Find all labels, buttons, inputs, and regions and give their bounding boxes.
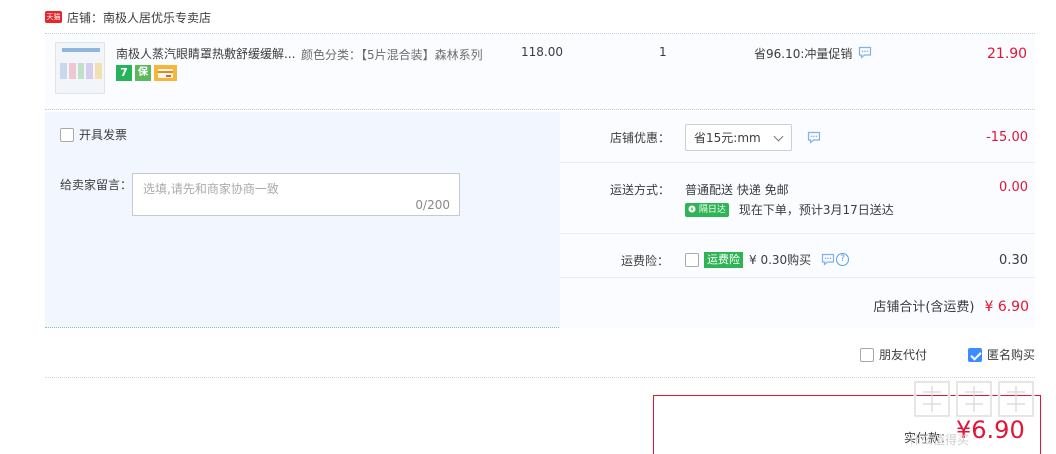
- coupon-discount-amount: -15.00: [986, 130, 1028, 145]
- shop-total-label: 店铺合计(含运费): [873, 300, 975, 315]
- shop-name-link[interactable]: 店铺：南极人居优乐专卖店: [67, 9, 211, 26]
- insurance-badge: 运费险: [704, 251, 743, 268]
- shipping-insurance-option[interactable]: 运费险 ¥ 0.30购买 ?: [685, 251, 850, 268]
- watermark-text: 什么值得买: [909, 432, 969, 447]
- invoice-option[interactable]: 开具发票: [60, 126, 127, 143]
- invoice-label: 开具发票: [79, 128, 128, 142]
- product-title-link[interactable]: 南极人蒸汽眼睛罩热敷舒缓缓解...: [116, 45, 298, 62]
- delivery-eta: 现在下单，预计3月17日送达: [738, 203, 894, 217]
- friend-pay-label: 朋友代付: [879, 348, 928, 362]
- shop-header: 天猫 店铺：南极人居优乐专卖店: [45, 8, 211, 26]
- message-char-counter: 0/200: [415, 198, 450, 212]
- divider: [560, 233, 1035, 234]
- watermark-logo: 什么值得买: [905, 374, 1051, 452]
- shipping-fee: 0.00: [999, 180, 1028, 195]
- shipping-method: 普通配送 快递 免邮: [685, 183, 789, 197]
- seven-day-return-icon[interactable]: 7: [116, 65, 132, 81]
- insurance-label: 运费险：: [621, 254, 670, 268]
- chat-icon[interactable]: [858, 46, 872, 62]
- coupon-select[interactable]: 省15元:mm: [685, 124, 792, 151]
- credit-card-icon[interactable]: [154, 65, 177, 81]
- sku-info: 颜色分类：【5片混合装】森林系列: [301, 48, 483, 62]
- insurance-price: ¥ 0.30购买: [749, 253, 812, 267]
- next-day-badge: 隔日达: [685, 202, 729, 217]
- next-day-badge-text: 隔日达: [698, 204, 726, 215]
- coupon-selected-value: 省15元:mm: [694, 131, 761, 145]
- chevron-down-icon: [773, 131, 784, 142]
- anonymous-label: 匿名购买: [987, 348, 1036, 362]
- shipping-label: 运送方式：: [610, 183, 671, 197]
- anonymous-checkbox[interactable]: [968, 347, 982, 362]
- unit-price: 118.00: [521, 45, 563, 59]
- message-placeholder: 选填,请先和商家协商一致: [143, 182, 279, 196]
- insurance-checkbox[interactable]: [685, 252, 699, 267]
- service-badges: 7 保: [116, 65, 177, 81]
- order-item-row: 南极人蒸汽眼睛罩热敷舒缓缓解... 7 保 颜色分类：【5片混合装】森林系列 1…: [45, 34, 1035, 110]
- insurance-help[interactable]: ?: [821, 253, 850, 266]
- coupon-label: 店铺优惠：: [610, 131, 671, 145]
- friend-pay-option[interactable]: 朋友代付: [860, 346, 927, 363]
- message-label: 给卖家留言：: [60, 178, 133, 192]
- anonymous-purchase-option[interactable]: 匿名购买: [968, 346, 1035, 363]
- chat-icon: [822, 253, 835, 266]
- invoice-checkbox[interactable]: [60, 127, 74, 142]
- promotion-info: 省96.10:冲量促销: [754, 45, 872, 62]
- divider: [560, 277, 1035, 278]
- delivery-estimate: 隔日达 现在下单，预计3月17日送达: [685, 201, 894, 218]
- tmall-badge: 天猫: [45, 11, 62, 23]
- help-question-icon[interactable]: ?: [836, 253, 850, 266]
- product-thumbnail[interactable]: [55, 42, 105, 94]
- shop-total-amount: ¥ 6.90: [984, 299, 1029, 315]
- quantity: 1: [659, 45, 667, 59]
- checkout-options: 朋友代付 匿名购买: [45, 334, 1035, 378]
- item-subtotal: 21.90: [987, 46, 1028, 62]
- chat-icon[interactable]: [807, 131, 821, 147]
- seller-message-input[interactable]: 选填,请先和商家协商一致 0/200: [132, 173, 460, 216]
- friend-pay-checkbox[interactable]: [860, 347, 874, 362]
- promotion-text: 省96.10:冲量促销: [754, 47, 853, 61]
- shop-total: 店铺合计(含运费) ¥ 6.90: [873, 296, 1029, 315]
- guarantee-icon[interactable]: 保: [135, 65, 151, 81]
- order-options-section: 开具发票 给卖家留言： 选填,请先和商家协商一致 0/200 店铺优惠： 省15…: [45, 112, 1035, 328]
- insurance-amount: 0.30: [999, 253, 1028, 268]
- divider: [560, 162, 1035, 163]
